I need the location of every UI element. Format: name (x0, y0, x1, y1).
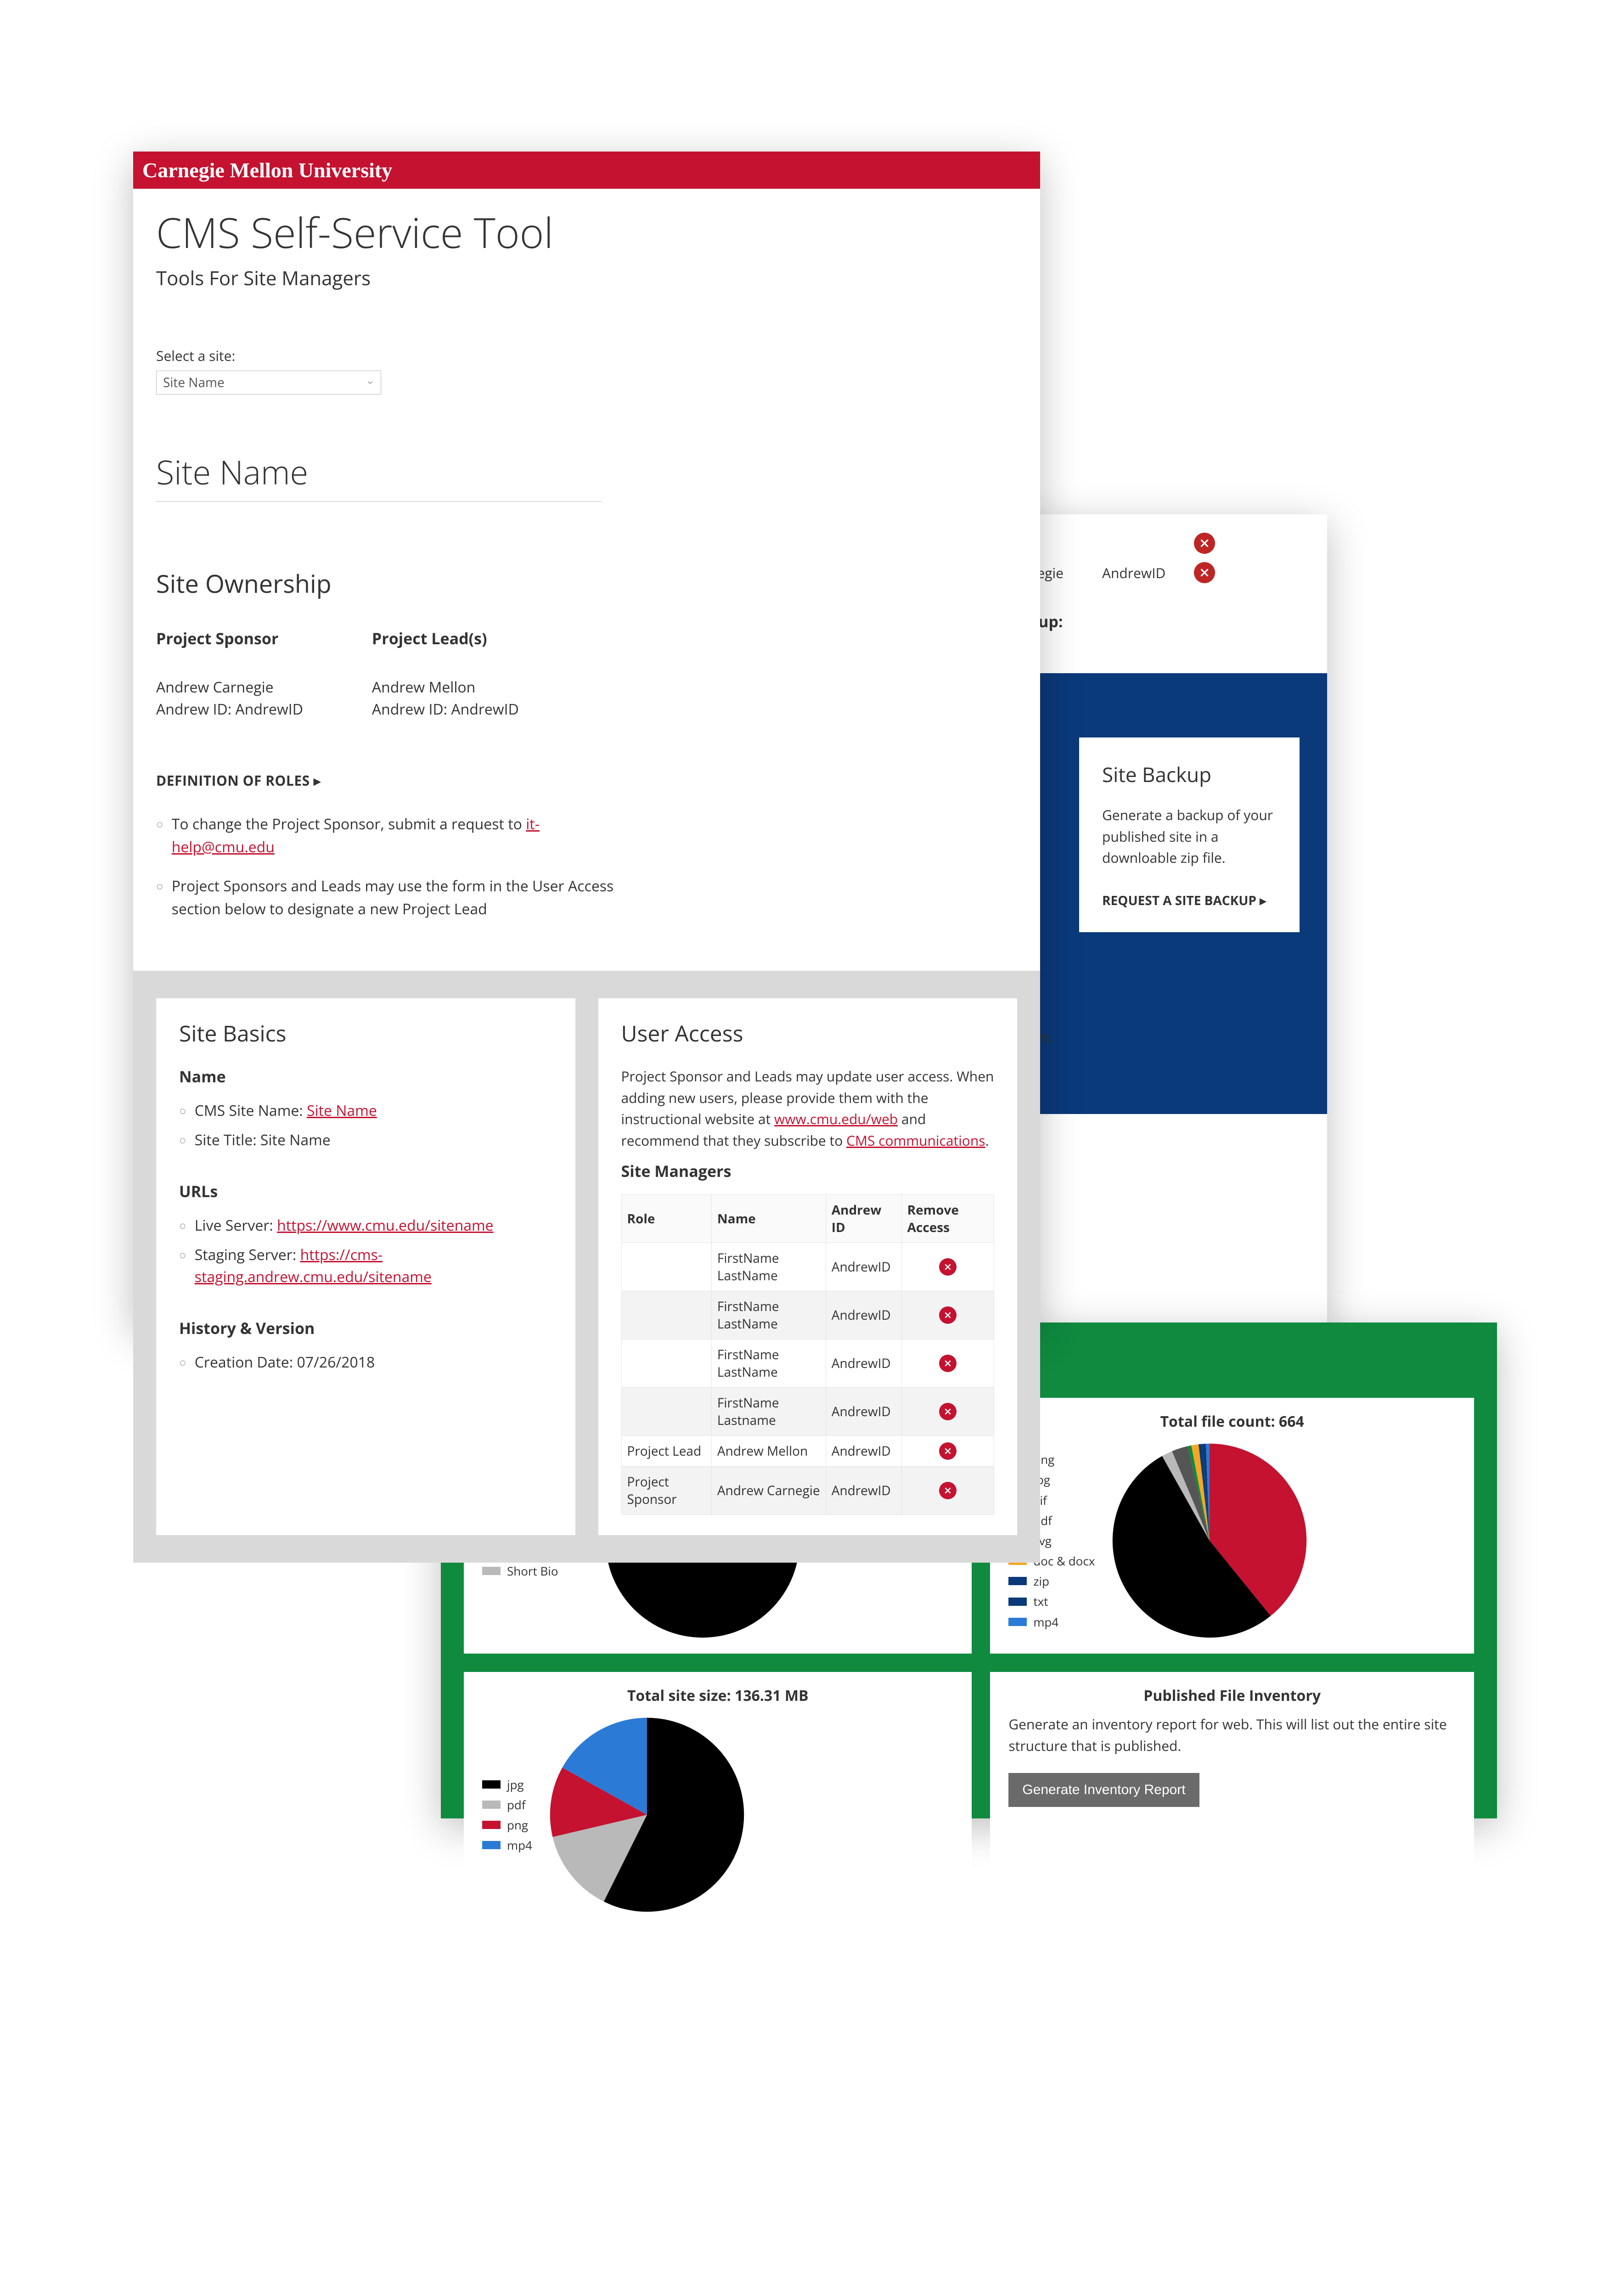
sponsor-id: Andrew ID: AndrewID (156, 698, 303, 720)
managers-label: Site Managers (621, 1160, 995, 1182)
basics-heading: Site Basics (179, 1019, 552, 1048)
list-item: Live Server: https://www.cmu.edu/sitenam… (179, 1215, 552, 1237)
list-item: Creation Date: 07/26/2018 (179, 1351, 552, 1373)
note-item: To change the Project Sponsor, submit a … (156, 813, 638, 858)
table-row: Project LeadAndrew MellonAndrewID (621, 1436, 994, 1467)
site-basics-panel: Site Basics Name CMS Site Name: Site Nam… (156, 998, 575, 1535)
file-count-card: Total file count: 664 pngjpggifpdfsvgdoc… (990, 1398, 1474, 1654)
legend-item: mp4 (482, 1835, 532, 1855)
table-row: FirstName LastNameAndrewID (621, 1339, 994, 1388)
remove-icon[interactable] (939, 1306, 957, 1324)
table-row: FirstName LastNameAndrewID (621, 1291, 994, 1339)
table-row: Project SponsorAndrew CarnegieAndrewID (621, 1467, 994, 1515)
lead-label: Project Lead(s) (372, 628, 519, 649)
site-backup-card: Site Backup Generate a backup of your pu… (1079, 737, 1300, 932)
access-intro: Project Sponsor and Leads may update use… (621, 1066, 995, 1151)
lead-column: Project Lead(s) Andrew Mellon Andrew ID:… (372, 628, 519, 720)
lead-name: Andrew Mellon (372, 676, 519, 698)
page-subtitle: Tools For Site Managers (156, 265, 1017, 291)
table-row: FirstName LastNameAndrewID (621, 1243, 994, 1291)
site-name-heading: Site Name (156, 450, 602, 502)
definition-of-roles-link[interactable]: DEFINITION OF ROLES ▸ (156, 771, 1017, 790)
inventory-text: Generate an inventory report for web. Th… (1008, 1714, 1456, 1756)
site-name-link[interactable]: Site Name (307, 1101, 377, 1120)
live-url-link[interactable]: https://www.cmu.edu/sitename (277, 1216, 494, 1235)
table-row: negieAndrewID (1029, 562, 1295, 583)
col-remove: Remove Access (901, 1195, 994, 1243)
hint-fragment: ur nem. T ▸ (1019, 1008, 1157, 1077)
main-page: Carnegie Mellon University CMS Self-Serv… (133, 152, 1040, 1327)
site-size-card: Total site size: 136.31 MB jpgpdfpngmp4 (464, 1672, 972, 1928)
remove-icon[interactable] (1194, 533, 1215, 554)
remove-icon[interactable] (939, 1442, 957, 1460)
site-size-pie (546, 1714, 748, 1916)
page-title: CMS Self-Service Tool (156, 204, 1017, 260)
legend-item: pdf (482, 1795, 532, 1815)
remove-icon[interactable] (939, 1482, 957, 1499)
web-link[interactable]: www.cmu.edu/web (774, 1109, 898, 1128)
inventory-card: Published File Inventory Generate an inv… (990, 1672, 1474, 1928)
list-item: CMS Site Name: Site Name (179, 1100, 552, 1122)
managers-table: Role Name Andrew ID Remove Access FirstN… (621, 1194, 995, 1515)
col-id: Andrew ID (826, 1195, 901, 1243)
sponsor-label: Project Sponsor (156, 628, 303, 649)
site-select[interactable]: Site Name (156, 371, 381, 394)
lead-id: Andrew ID: AndrewID (372, 698, 519, 720)
remove-icon[interactable] (939, 1355, 957, 1372)
col-role: Role (621, 1195, 711, 1243)
file-count-pie (1109, 1440, 1311, 1642)
inventory-title: Published File Inventory (1008, 1686, 1456, 1705)
ownership-heading: Site Ownership (156, 566, 1017, 600)
list-item: Staging Server: https://cms-staging.andr… (179, 1244, 552, 1288)
chevron-down-icon (366, 378, 374, 387)
generate-inventory-button[interactable]: Generate Inventory Report (1008, 1773, 1199, 1807)
remove-icon[interactable] (939, 1258, 957, 1276)
site-size-legend: jpgpdfpngmp4 (482, 1774, 532, 1856)
select-label: Select a site: (156, 346, 1017, 365)
legend-item: txt (1008, 1591, 1095, 1611)
access-heading: User Access (621, 1019, 995, 1048)
urls-label: URLs (179, 1181, 552, 1202)
legend-item: zip (1008, 1571, 1095, 1591)
legend-item: mp4 (1008, 1612, 1095, 1632)
site-select-value: Site Name (163, 374, 225, 391)
request-backup-link[interactable]: REQUEST A SITE BACKUP ▸ (1102, 892, 1266, 909)
sponsor-name: Andrew Carnegie (156, 676, 303, 698)
group-label: oup: (1029, 611, 1295, 632)
note-item: Project Sponsors and Leads may use the f… (156, 875, 638, 920)
file-count-title: Total file count: 664 (1008, 1412, 1456, 1431)
table-row (1029, 533, 1295, 554)
legend-item: png (482, 1815, 532, 1835)
name-label: Name (179, 1066, 552, 1087)
history-label: History & Version (179, 1317, 552, 1339)
cms-comm-link[interactable]: CMS communications (846, 1131, 985, 1150)
remove-icon[interactable] (939, 1403, 957, 1420)
sponsor-column: Project Sponsor Andrew Carnegie Andrew I… (156, 628, 303, 720)
brand-bar: Carnegie Mellon University (133, 152, 1040, 189)
legend-item: Short Bio (482, 1561, 588, 1581)
list-item: Site Title: Site Name (179, 1129, 552, 1151)
table-row: FirstName LastnameAndrewID (621, 1388, 994, 1436)
backup-text: Generate a backup of your published site… (1102, 805, 1277, 869)
site-size-title: Total site size: 136.31 MB (482, 1686, 953, 1705)
user-access-panel: User Access Project Sponsor and Leads ma… (598, 998, 1018, 1535)
col-name: Name (711, 1195, 826, 1243)
remove-icon[interactable] (1194, 562, 1215, 583)
legend-item: jpg (482, 1774, 532, 1795)
backup-title: Site Backup (1102, 760, 1277, 788)
